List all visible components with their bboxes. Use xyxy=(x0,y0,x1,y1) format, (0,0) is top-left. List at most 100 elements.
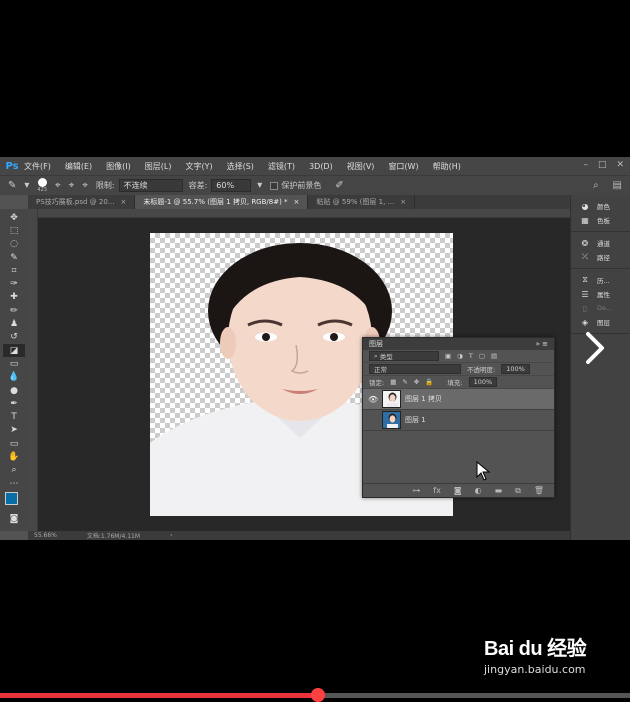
lasso-tool-icon[interactable]: ◌ xyxy=(3,238,25,251)
gradient-tool-icon[interactable]: ▭ xyxy=(3,357,25,370)
foreground-color-swatch[interactable] xyxy=(5,492,18,506)
search-icon[interactable]: ⌕ xyxy=(593,180,599,191)
limits-select[interactable]: 不连续 xyxy=(118,179,183,192)
dock-item-layers[interactable]: ◈ 图层 xyxy=(571,315,630,329)
menu-image[interactable]: 图像(I) xyxy=(106,161,131,172)
trash-icon[interactable]: 🗑 xyxy=(534,486,544,495)
eraser-tool-icon[interactable]: ◪ xyxy=(3,343,25,358)
filter-adjust-icon[interactable]: ◑ xyxy=(457,352,463,360)
status-menu-icon[interactable]: › xyxy=(170,532,172,539)
protect-foreground-checkbox[interactable] xyxy=(270,181,279,190)
menu-3d[interactable]: 3D(D) xyxy=(309,162,333,171)
new-group-icon[interactable]: ▬ xyxy=(495,486,503,495)
layer-row-1[interactable]: 图层 1 xyxy=(363,410,554,431)
shape-tool-icon[interactable]: ▭ xyxy=(3,437,25,450)
tools-panel: ✥ ⬚ ◌ ✎ ⌗ ✑ ✚ ✏ ♟ ↺ ◪ ▭ 💧 ● ✒ T ➤ ▭ ✋ ⌕ … xyxy=(0,209,28,531)
mouse-cursor-icon xyxy=(476,461,491,481)
progress-knob[interactable] xyxy=(311,688,326,702)
menu-edit[interactable]: 编辑(E) xyxy=(65,161,92,172)
lock-all-icon[interactable]: 🔒 xyxy=(425,378,433,386)
right-dock: ◕ 颜色 ▦ 色板 ❂ 通道 ⤫ 路径 ⧖ 历... ☰ 属性 ▯ De... … xyxy=(570,195,630,540)
pressure-icon[interactable]: ✐ xyxy=(335,180,343,191)
dock-item-device[interactable]: ▯ De... xyxy=(571,301,630,315)
menu-type[interactable]: 文字(Y) xyxy=(185,161,212,172)
magic-eraser-tool-icon[interactable]: ✎ xyxy=(8,180,16,191)
tab-untitled-1[interactable]: 未标题-1 @ 55.7% (图层 1 拷贝, RGB/8#) * × xyxy=(135,195,309,209)
quick-mask-icon[interactable]: ◙ xyxy=(3,512,25,525)
pen-tool-icon[interactable]: ✒ xyxy=(3,397,25,410)
dock-item-history[interactable]: ⧖ 历... xyxy=(571,273,630,287)
marquee-tool-icon[interactable]: ⬚ xyxy=(3,224,25,237)
link-layers-icon[interactable]: ⊶ xyxy=(412,486,420,495)
layer-filter-select[interactable]: ⌕ 类型 xyxy=(369,351,439,361)
dock-item-color[interactable]: ◕ 颜色 xyxy=(571,199,630,213)
tab-close-icon[interactable]: × xyxy=(120,198,126,206)
tolerance-input[interactable]: 60% xyxy=(211,179,252,192)
chevron-right-icon[interactable] xyxy=(583,330,607,366)
quick-select-tool-icon[interactable]: ✎ xyxy=(3,251,25,264)
fx-icon[interactable]: fx xyxy=(433,486,441,495)
new-layer-icon[interactable]: ⧉ xyxy=(515,486,521,496)
dock-group-history: ⧖ 历... ☰ 属性 ▯ De... ◈ 图层 xyxy=(571,269,630,334)
tab-ps-tips[interactable]: PS技巧展板.psd @ 20... × xyxy=(28,195,136,209)
healing-tool-icon[interactable]: ✚ xyxy=(3,291,25,304)
video-progress-bar[interactable] xyxy=(0,688,630,702)
move-tool-icon[interactable]: ✥ xyxy=(3,211,25,224)
color-swatches[interactable] xyxy=(3,492,25,512)
add-mask-icon[interactable]: ◙ xyxy=(454,486,462,495)
menu-view[interactable]: 视图(V) xyxy=(347,161,375,172)
workspace-icon[interactable]: ▤ xyxy=(613,180,622,191)
fill-input[interactable]: 100% xyxy=(468,377,498,387)
menu-file[interactable]: 文件(F) xyxy=(24,161,51,172)
chevron-down-icon[interactable]: ▾ xyxy=(257,180,262,191)
menu-select[interactable]: 选择(S) xyxy=(227,161,254,172)
more-tools-icon[interactable]: ⋯ xyxy=(3,477,25,490)
lock-position-icon[interactable]: ✥ xyxy=(414,378,419,386)
zoom-level[interactable]: 55.66% xyxy=(34,532,57,539)
path-select-tool-icon[interactable]: ➤ xyxy=(3,424,25,437)
filter-shape-icon[interactable]: ▢ xyxy=(479,352,485,360)
dock-item-paths[interactable]: ⤫ 路径 xyxy=(571,250,630,264)
eyedropper-tool-icon[interactable]: ✑ xyxy=(3,277,25,290)
maximize-icon[interactable]: □ xyxy=(598,160,607,170)
filter-smart-icon[interactable]: ▤ xyxy=(491,352,497,360)
sampling-continuous-icon[interactable]: ⌖ xyxy=(55,180,61,191)
sampling-background-icon[interactable]: ⌖ xyxy=(82,180,88,191)
menu-filter[interactable]: 滤镜(T) xyxy=(268,161,295,172)
dock-item-channels[interactable]: ❂ 通道 xyxy=(571,236,630,250)
adjustment-layer-icon[interactable]: ◐ xyxy=(475,486,482,495)
stamp-tool-icon[interactable]: ♟ xyxy=(3,317,25,330)
chevron-down-icon[interactable]: ▾ xyxy=(24,180,29,191)
history-brush-tool-icon[interactable]: ↺ xyxy=(3,331,25,344)
crop-tool-icon[interactable]: ⌗ xyxy=(3,264,25,277)
blur-tool-icon[interactable]: 💧 xyxy=(3,371,25,384)
tab-paste[interactable]: 粘贴 @ 59% (图层 1, ... × xyxy=(308,195,416,209)
blend-mode-select[interactable]: 正常 xyxy=(369,364,461,374)
filter-type-icon[interactable]: T xyxy=(469,352,473,360)
filter-pixel-icon[interactable]: ▣ xyxy=(445,352,451,360)
close-icon[interactable]: ✕ xyxy=(616,160,624,170)
tab-close-icon[interactable]: × xyxy=(294,198,300,206)
menu-help[interactable]: 帮助(H) xyxy=(433,161,461,172)
zoom-tool-icon[interactable]: ⌕ xyxy=(3,464,25,477)
dock-item-properties[interactable]: ☰ 属性 xyxy=(571,287,630,301)
type-tool-icon[interactable]: T xyxy=(3,410,25,423)
dodge-tool-icon[interactable]: ● xyxy=(3,384,25,397)
dock-item-swatches[interactable]: ▦ 色板 xyxy=(571,213,630,227)
minimize-icon[interactable]: – xyxy=(583,160,588,170)
opacity-input[interactable]: 100% xyxy=(501,364,530,374)
panel-menu-icon[interactable]: » ≡ xyxy=(536,340,548,348)
lock-image-icon[interactable]: ✎ xyxy=(402,378,407,386)
brush-size-picker[interactable]: 423 xyxy=(37,178,47,193)
tab-close-icon[interactable]: × xyxy=(400,198,406,206)
tab-label: PS技巧展板.psd @ 20... xyxy=(36,198,115,206)
eye-icon[interactable]: 👁 xyxy=(368,395,378,404)
brush-tool-icon[interactable]: ✏ xyxy=(3,304,25,317)
lock-transparent-icon[interactable]: ▦ xyxy=(390,378,396,386)
sampling-once-icon[interactable]: ⌖ xyxy=(69,180,75,191)
horizontal-ruler xyxy=(38,209,570,218)
menu-layer[interactable]: 图层(L) xyxy=(145,161,172,172)
menu-window[interactable]: 窗口(W) xyxy=(388,161,418,172)
layer-row-copy[interactable]: 👁 图层 1 拷贝 xyxy=(363,389,554,410)
hand-tool-icon[interactable]: ✋ xyxy=(3,450,25,463)
